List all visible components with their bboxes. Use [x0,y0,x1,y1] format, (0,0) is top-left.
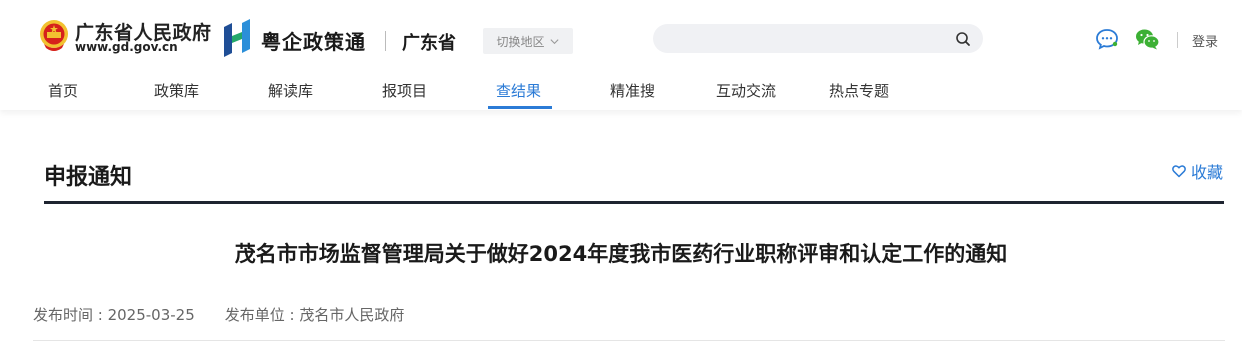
favorite-button[interactable]: 收藏 [1172,159,1223,183]
publisher: 发布单位 : 茂名市人民政府 [224,306,405,324]
login-link[interactable]: 登录 [1192,31,1218,50]
header-divider-right [1177,32,1178,48]
nav-item-interpretation-library[interactable]: 解读库 [268,80,313,101]
nav-item-apply-project[interactable]: 报项目 [382,80,427,101]
emblem-icon [40,20,68,51]
app-name[interactable]: 粤企政策通 [261,26,366,55]
wechat-icon[interactable] [1135,28,1160,50]
search-input[interactable] [667,24,947,53]
gov-url[interactable]: www.gd.gov.cn [75,40,178,54]
heart-icon [1172,165,1186,178]
chevron-down-icon [549,38,559,44]
site-header: 广东省人民政府 www.gd.gov.cn 粤企政策通 广东省 切换地区 登录 … [0,0,1242,110]
switch-region-button[interactable]: 切换地区 [483,28,573,54]
chat-icon[interactable] [1095,28,1119,50]
nav-item-check-results[interactable]: 查结果 [496,80,541,101]
nav-item-policy-library[interactable]: 政策库 [154,80,199,101]
search-icon[interactable] [955,31,971,47]
switch-region-label: 切换地区 [496,34,545,49]
search-bar [653,24,983,53]
province-label: 广东省 [402,33,456,54]
article-title: 茂名市市场监督管理局关于做好2024年度我市医药行业职称评审和认定工作的通知 [234,242,1008,266]
favorite-label: 收藏 [1191,163,1224,182]
yzt-logo-icon[interactable] [224,19,250,57]
nav-item-precise-search[interactable]: 精准搜 [610,80,655,101]
nav-item-home[interactable]: 首页 [48,80,78,101]
nav-item-interaction[interactable]: 互动交流 [716,80,776,101]
nav-item-hot-topics[interactable]: 热点专题 [829,80,889,101]
header-divider [385,31,386,51]
section-title: 申报通知 [44,165,133,190]
main-nav: 首页 政策库 解读库 报项目 查结果 精准搜 互动交流 热点专题 [0,72,1242,110]
meta-divider [33,340,1225,341]
publish-time: 发布时间 : 2025-03-25 [33,306,195,324]
section-divider [44,201,1224,204]
article-meta: 发布时间 : 2025-03-25 发布单位 : 茂名市人民政府 [33,304,404,325]
nav-active-indicator [488,106,552,109]
